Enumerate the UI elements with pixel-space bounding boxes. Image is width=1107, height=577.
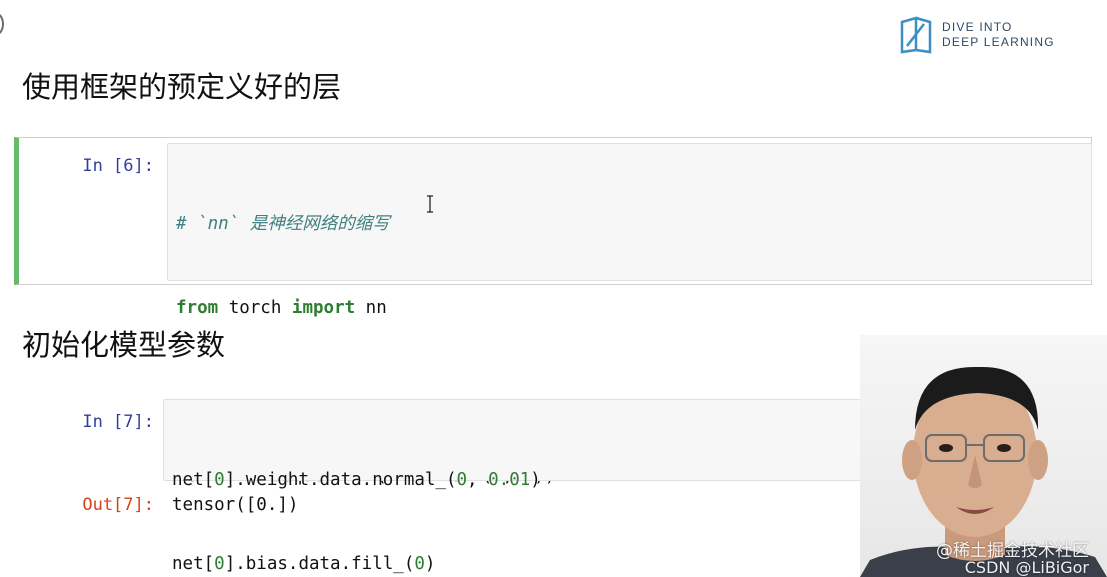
d2l-logo: DIVE INTO DEEP LEARNING [898, 16, 1055, 54]
window-edge-circle [0, 12, 4, 36]
input-prompt: In [6]: [82, 156, 154, 176]
code-token: # `nn` 是神经网络的缩写 [176, 214, 390, 234]
text-cursor-icon [427, 195, 433, 213]
code-token: torch [218, 298, 292, 318]
code-token: from [176, 298, 219, 318]
code-token: 0 [214, 554, 225, 574]
section-heading: 初始化模型参数 [22, 328, 226, 362]
code-token: ].weight.data.normal_( [224, 470, 457, 490]
watermark-text: CSDN @LiBiGor [964, 558, 1089, 577]
code-cell-selected[interactable]: In [6]: # `nn` 是神经网络的缩写 from torch impor… [14, 137, 1092, 486]
presenter-webcam: @稀土掘金技术社区 CSDN @LiBiGor [860, 335, 1107, 577]
code-token: 0 [456, 470, 468, 490]
code-line: from torch import nn [176, 294, 1083, 322]
code-token: ) [424, 554, 436, 574]
code-token: , [467, 470, 489, 490]
code-token: ) [530, 470, 541, 490]
section-heading: 使用框架的预定义好的层 [22, 70, 342, 104]
code-line: # `nn` 是神经网络的缩写 [176, 210, 1083, 238]
input-prompt: In [7]: [82, 412, 154, 432]
logo-line-2: DEEP LEARNING [942, 35, 1055, 49]
code-token: 0 [414, 554, 425, 574]
cell-output: tensor([0.]) [172, 495, 299, 515]
logo-line-1: DIVE INTO [942, 20, 1013, 34]
code-token: net[ [172, 470, 215, 490]
code-token: net[ [172, 554, 215, 574]
code-token: import [291, 298, 356, 318]
notebook-page: DIVE INTO DEEP LEARNING 使用框架的预定义好的层 In [… [0, 0, 1107, 577]
code-token: 0 [214, 470, 225, 490]
code-token: nn [355, 298, 387, 318]
code-input-area[interactable]: # `nn` 是神经网络的缩写 from torch import nn net… [167, 143, 1092, 486]
code-token: ].bias.data.fill_( [224, 554, 415, 574]
book-logo-icon [898, 16, 934, 54]
output-prompt: Out[7]: [82, 495, 154, 515]
code-token: 0.01 [488, 470, 531, 490]
